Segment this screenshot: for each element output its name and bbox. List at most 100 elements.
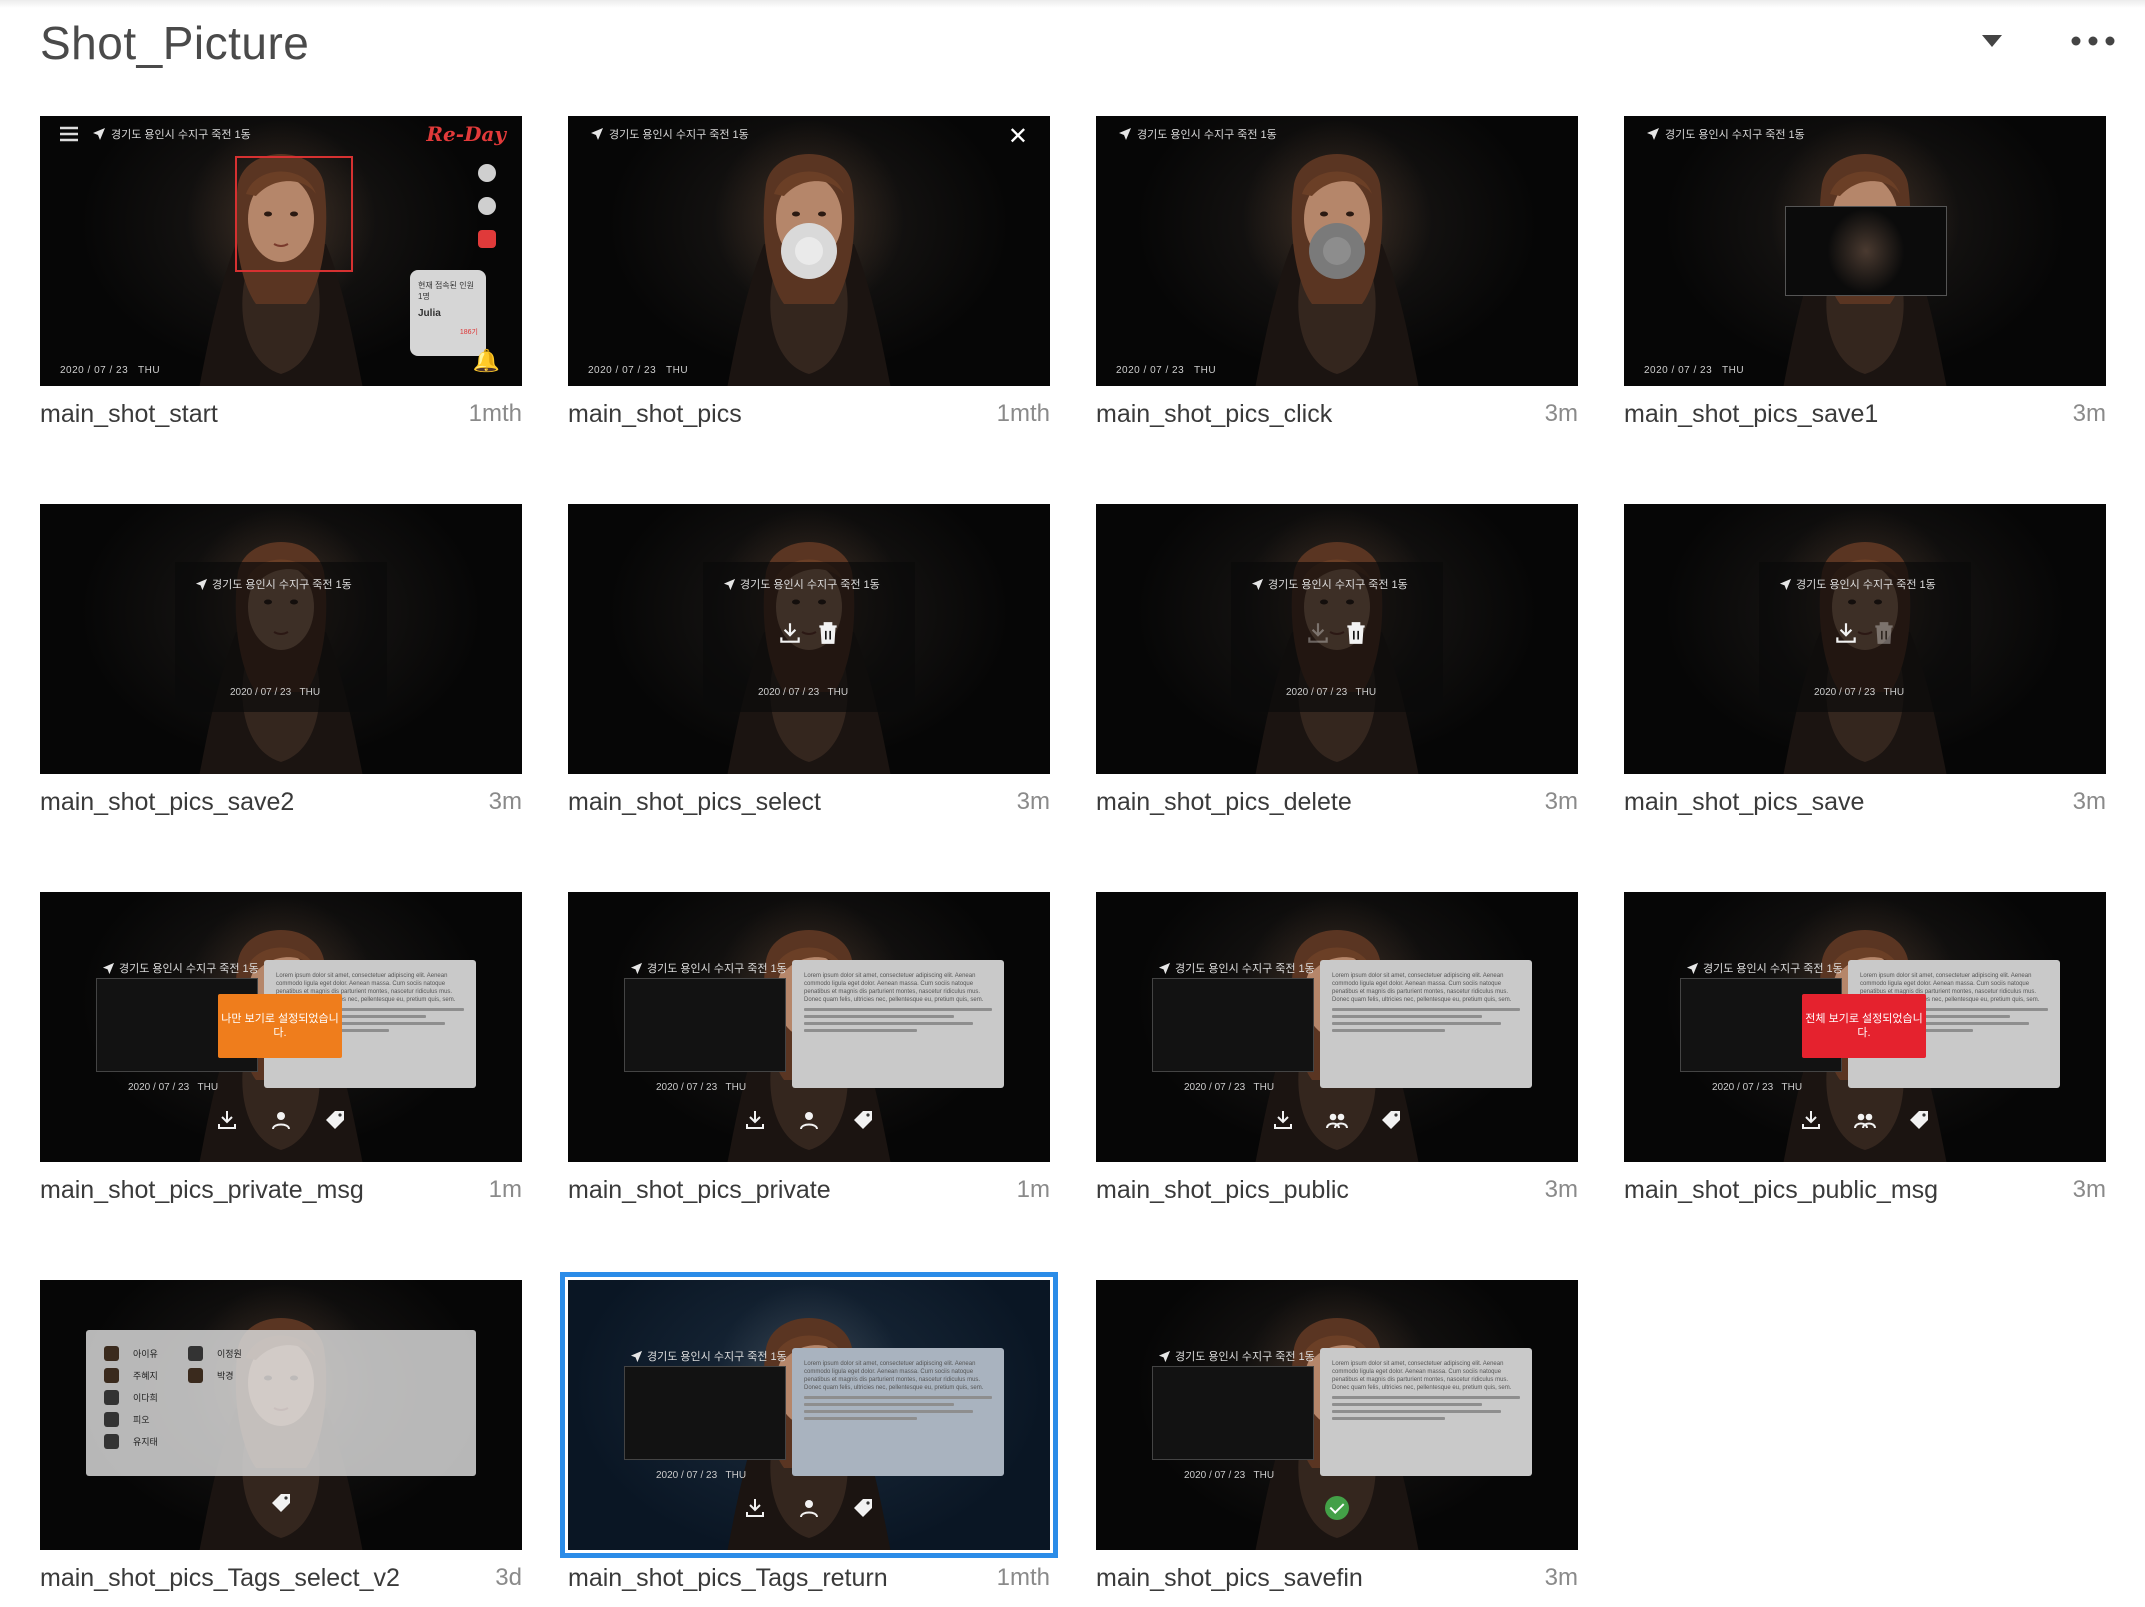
tile-meta: main_shot_pics_public_msg 3m — [1624, 1162, 2106, 1218]
screen-thumbnail[interactable]: 경기도 용인시 수지구 죽전 1동 2020 / 07 / 23 THU Lorem… — [560, 1272, 1058, 1558]
group-icon — [1325, 1108, 1349, 1132]
date-label: 2020 / 07 / 23 THU — [1286, 687, 1377, 698]
navigation-icon — [1646, 127, 1660, 141]
screen-name[interactable]: main_shot_pics_savefin — [1096, 1564, 1363, 1593]
screen-name[interactable]: main_shot_pics_delete — [1096, 788, 1352, 817]
screen-tile[interactable]: 경기도 용인시 수지구 죽전 1동 2020 / 07 / 23 THU Lorem… — [560, 1272, 1058, 1606]
screen-name[interactable]: main_shot_pics_save1 — [1624, 400, 1878, 429]
page-title: Shot_Picture — [40, 17, 310, 69]
person-icon — [269, 1108, 293, 1132]
screen-tile[interactable]: 경기도 용인시 수지구 죽전 1동 2020 / 07 / 23 THU Lorem… — [1624, 892, 2106, 1218]
screen-thumbnail[interactable]: 경기도 용인시 수지구 죽전 1동 2020 / 07 / 23 THU — [568, 504, 1050, 774]
screen-thumbnail[interactable]: 경기도 용인시 수지구 죽전 1동 2020 / 07 / 23 THU Lorem… — [1096, 1280, 1578, 1550]
navigation-icon — [723, 578, 736, 591]
private-toast: 나만 보기로 설정되었습니다. — [218, 994, 342, 1058]
screen-tile[interactable]: 경기도 용인시 수지구 죽전 1동 ✕ 2020 / 07 / 23 THU main… — [568, 116, 1050, 442]
tile-meta: main_shot_pics_save 3m — [1624, 774, 2106, 830]
download-icon — [215, 1108, 239, 1132]
modified-age: 3m — [2072, 1176, 2106, 1203]
tile-meta: main_shot_pics_save1 3m — [1624, 386, 2106, 442]
location-label: 경기도 용인시 수지구 죽전 1동 — [1251, 576, 1408, 592]
public-toast: 전체 보기로 설정되었습니다. — [1802, 994, 1926, 1058]
modified-age: 3m — [1544, 400, 1578, 427]
tag-person: 아이유 — [104, 1342, 158, 1364]
shutter-button-icon — [781, 223, 837, 279]
screen-tile[interactable]: 경기도 용인시 수지구 죽전 1동 2020 / 07 / 23 THU main_… — [1096, 116, 1578, 442]
screen-tile[interactable]: 아이유 주혜지 이다희 피오 유지태 이정원 박경 main_shot_pics_Tags_s… — [40, 1280, 522, 1606]
screen-tile[interactable]: 경기도 용인시 수지구 죽전 1동 Re-Day 현재 접속된 인원 1명 Julia… — [40, 116, 522, 442]
screen-thumbnail[interactable]: 경기도 용인시 수지구 죽전 1동 2020 / 07 / 23 THU Lorem… — [1096, 892, 1578, 1162]
screen-tile[interactable]: 경기도 용인시 수지구 죽전 1동 2020 / 07 / 23 THU main_… — [568, 504, 1050, 830]
screen-thumbnail[interactable]: 경기도 용인시 수지구 죽전 1동 2020 / 07 / 23 THU — [1624, 116, 2106, 386]
screen-tile[interactable]: 경기도 용인시 수지구 죽전 1동 2020 / 07 / 23 THU main_… — [40, 504, 522, 830]
location-label: 경기도 용인시 수지구 죽전 1동 — [723, 576, 880, 592]
navigation-icon — [195, 578, 208, 591]
screen-thumbnail[interactable]: 경기도 용인시 수지구 죽전 1동 2020 / 07 / 23 THU Lorem… — [568, 892, 1050, 1162]
modified-age: 1mth — [996, 1564, 1050, 1591]
avatar — [104, 1367, 119, 1383]
screen-tile[interactable]: 경기도 용인시 수지구 죽전 1동 2020 / 07 / 23 THU Lorem… — [40, 892, 522, 1218]
screen-name[interactable]: main_shot_pics_save2 — [40, 788, 294, 817]
saved-photo-panel: 경기도 용인시 수지구 죽전 1동 2020 / 07 / 23 THU — [703, 562, 915, 712]
screen-thumbnail[interactable]: 경기도 용인시 수지구 죽전 1동 ✕ 2020 / 07 / 23 THU — [568, 116, 1050, 386]
tile-meta: main_shot_pics_savefin 3m — [1096, 1550, 1578, 1606]
navigation-icon — [1118, 127, 1132, 141]
photo-frame — [1152, 1366, 1314, 1460]
screen-name[interactable]: main_shot_pics_save — [1624, 788, 1864, 817]
download-icon — [1305, 620, 1331, 646]
trash-icon — [1871, 620, 1897, 646]
screen-thumbnail[interactable]: 아이유 주혜지 이다희 피오 유지태 이정원 박경 — [40, 1280, 522, 1550]
download-icon — [1799, 1108, 1823, 1132]
tag-person: 이정원 — [188, 1342, 242, 1364]
saved-photo-panel: 경기도 용인시 수지구 죽전 1동 2020 / 07 / 23 THU — [175, 562, 387, 712]
action-bar — [568, 1108, 1050, 1132]
screen-thumbnail[interactable]: 경기도 용인시 수지구 죽전 1동 2020 / 07 / 23 THU — [1624, 504, 2106, 774]
screen-name[interactable]: main_shot_pics_public_msg — [1624, 1176, 1938, 1205]
tag-person: 피오 — [104, 1408, 158, 1430]
screen-name[interactable]: main_shot_pics_Tags_return — [568, 1564, 888, 1593]
caret-down-icon[interactable] — [1972, 26, 2012, 56]
navigation-icon — [630, 962, 643, 975]
screen-tile[interactable]: 경기도 용인시 수지구 죽전 1동 2020 / 07 / 23 THU main_… — [1096, 504, 1578, 830]
screen-thumbnail[interactable]: 경기도 용인시 수지구 죽전 1동 2020 / 07 / 23 THU Lorem… — [1624, 892, 2106, 1162]
screen-tile[interactable]: 경기도 용인시 수지구 죽전 1동 2020 / 07 / 23 THU Lorem… — [1096, 892, 1578, 1218]
tile-meta: main_shot_pics_public 3m — [1096, 1162, 1578, 1218]
tag-person: 주혜지 — [104, 1364, 158, 1386]
screen-name[interactable]: main_shot_pics_public — [1096, 1176, 1349, 1205]
header-bar: Shot_Picture — [0, 0, 2145, 80]
screen-name[interactable]: main_shot_pics_private_msg — [40, 1176, 364, 1205]
location-label: 경기도 용인시 수지구 죽전 1동 — [1158, 1348, 1315, 1364]
screen-tile[interactable]: 경기도 용인시 수지구 죽전 1동 2020 / 07 / 23 THU main_… — [1624, 116, 2106, 442]
modified-age: 1mth — [468, 400, 522, 427]
tag-icon — [1379, 1108, 1403, 1132]
screen-name[interactable]: main_shot_pics_click — [1096, 400, 1332, 429]
screen-name[interactable]: main_shot_pics — [568, 400, 742, 429]
more-horizontal-icon[interactable] — [2066, 26, 2120, 56]
brand-logo: Re-Day — [426, 122, 506, 146]
screen-tile[interactable]: 경기도 용인시 수지구 죽전 1동 2020 / 07 / 23 THU Lorem… — [568, 892, 1050, 1218]
screen-thumbnail[interactable]: 경기도 용인시 수지구 죽전 1동 2020 / 07 / 23 THU Lorem… — [40, 892, 522, 1162]
date-label: 2020 / 07 / 23 THU — [758, 687, 849, 698]
download-icon — [743, 1108, 767, 1132]
screen-thumbnail[interactable]: 경기도 용인시 수지구 죽전 1동 Re-Day 현재 접속된 인원 1명 Julia… — [40, 116, 522, 386]
action-bar — [1096, 1108, 1578, 1132]
detail-text: Lorem ipsum dolor sit amet, consectetuer… — [804, 973, 984, 1003]
location-label: 경기도 용인시 수지구 죽전 1동 — [630, 1348, 787, 1364]
screen-thumbnail[interactable]: 경기도 용인시 수지구 죽전 1동 2020 / 07 / 23 THU — [1096, 116, 1578, 386]
screen-name[interactable]: main_shot_pics_Tags_select_v2 — [40, 1564, 400, 1593]
tag-icon — [1907, 1108, 1931, 1132]
download-icon — [1833, 620, 1859, 646]
screen-thumbnail[interactable]: 경기도 용인시 수지구 죽전 1동 2020 / 07 / 23 THU — [40, 504, 522, 774]
screen-name[interactable]: main_shot_start — [40, 400, 218, 429]
screen-tile[interactable]: 경기도 용인시 수지구 죽전 1동 2020 / 07 / 23 THU Lorem… — [1096, 1280, 1578, 1606]
modified-age: 3m — [1544, 1176, 1578, 1203]
screen-tile[interactable]: 경기도 용인시 수지구 죽전 1동 2020 / 07 / 23 THU main_… — [1624, 504, 2106, 830]
screen-name[interactable]: main_shot_pics_private — [568, 1176, 831, 1205]
screen-name[interactable]: main_shot_pics_select — [568, 788, 821, 817]
screen-thumbnail[interactable]: 경기도 용인시 수지구 죽전 1동 2020 / 07 / 23 THU — [1096, 504, 1578, 774]
download-icon — [1271, 1108, 1295, 1132]
date-label: 2020 / 07 / 23 THU — [1184, 1082, 1275, 1093]
modified-age: 3m — [2072, 400, 2106, 427]
tile-meta: main_shot_pics_save2 3m — [40, 774, 522, 830]
date-label: 2020 / 07 / 23 THU — [60, 365, 161, 376]
